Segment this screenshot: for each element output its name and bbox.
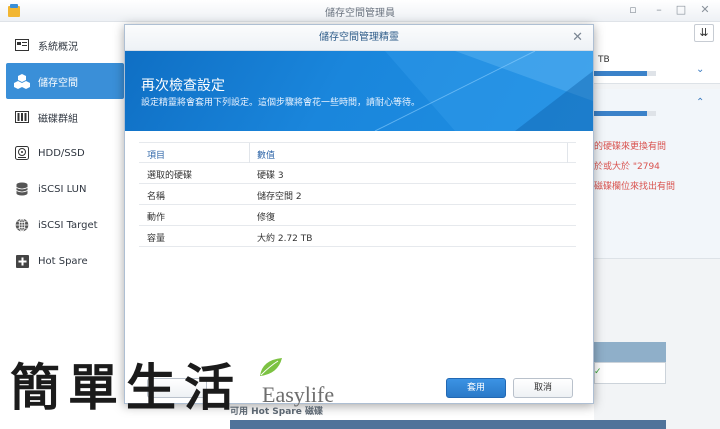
usage-fill bbox=[594, 71, 647, 76]
row-value: 大約 2.72 TB bbox=[257, 234, 313, 244]
banner-title: 再次檢查設定 bbox=[141, 78, 225, 94]
maximize-icon[interactable]: □ bbox=[674, 3, 688, 17]
column-divider bbox=[249, 143, 250, 163]
sidebar-item-label: 儲存空間 bbox=[38, 77, 78, 89]
row-item: 動作 bbox=[147, 213, 166, 223]
disk-group-icon bbox=[14, 109, 30, 125]
row-item: 選取的硬碟 bbox=[147, 171, 193, 181]
hot-spare-icon bbox=[14, 253, 30, 269]
volume-1-usage-bar bbox=[594, 71, 656, 76]
healthy-status-icon: ✓ bbox=[594, 367, 602, 377]
sidebar-item-overview[interactable]: 系統概況 bbox=[6, 27, 124, 63]
apply-button[interactable]: 套用 bbox=[446, 378, 506, 398]
table-row: 容量 大約 2.72 TB bbox=[139, 226, 576, 247]
usage-fill bbox=[594, 111, 647, 116]
close-window-icon[interactable]: ✕ bbox=[698, 3, 712, 17]
warning-line: 於或大於 "2794 bbox=[594, 162, 660, 172]
sidebar-item-iscsi-target[interactable]: iSCSI Target bbox=[6, 207, 124, 243]
sidebar-item-label: iSCSI Target bbox=[38, 219, 98, 231]
sidebar-item-hdd-ssd[interactable]: HDD/SSD bbox=[6, 135, 124, 171]
row-item: 容量 bbox=[147, 234, 166, 244]
sidebar-item-label: iSCSI LUN bbox=[38, 183, 87, 195]
chevron-down-icon[interactable]: ⌄ bbox=[696, 64, 704, 75]
column-header-value[interactable]: 數值 bbox=[257, 148, 275, 161]
column-header-item[interactable]: 項目 bbox=[147, 148, 165, 161]
sort-menu-button[interactable]: ⇊ bbox=[694, 24, 714, 42]
settings-summary-table: 項目 數值 選取的硬碟 硬碟 3 名稱 儲存空間 2 動作 修復 容量 大約 2… bbox=[139, 142, 576, 247]
sidebar-item-storage[interactable]: 儲存空間 bbox=[6, 63, 124, 99]
table-row: 選取的硬碟 硬碟 3 bbox=[139, 163, 576, 184]
wizard-banner: 再次檢查設定 設定精靈將會套用下列設定。這個步驟將會花一些時間，請耐心等待。 bbox=[125, 51, 593, 131]
warning-line: 的硬碟來更換有問 bbox=[594, 142, 667, 152]
window-titlebar: 儲存空間管理員 ▫ – □ ✕ bbox=[0, 0, 720, 22]
overview-icon bbox=[14, 37, 30, 53]
row-value: 修復 bbox=[257, 213, 276, 223]
column-divider bbox=[567, 143, 568, 163]
sidebar-item-label: 系統概況 bbox=[38, 41, 78, 53]
volume-2-usage-bar bbox=[594, 111, 656, 116]
hot-spare-table-header-bar bbox=[230, 420, 666, 429]
watermark-logo-latin: Easylife bbox=[262, 382, 335, 407]
row-value: 硬碟 3 bbox=[257, 171, 284, 181]
storage-wizard-dialog: 儲存空間管理精靈 ✕ 再次檢查設定 設定精靈將會套用下列設定。這個步驟將會花一些… bbox=[124, 24, 594, 404]
watermark-logo-text: 簡單生活 bbox=[10, 358, 242, 417]
table-header: 項目 數值 bbox=[139, 142, 576, 163]
pin-icon[interactable]: ▫ bbox=[626, 3, 640, 17]
dialog-title: 儲存空間管理精靈 bbox=[125, 25, 593, 51]
storage-cubes-icon bbox=[14, 73, 30, 89]
sidebar-item-hot-spare[interactable]: Hot Spare bbox=[6, 243, 124, 279]
volume-2-row[interactable]: ⌃ 的硬碟來更換有問 於或大於 "2794 磁碟欄位來找出有問 bbox=[594, 89, 720, 259]
globe-icon bbox=[14, 217, 30, 233]
table-row: 動作 修復 bbox=[139, 205, 576, 226]
hdd-icon bbox=[14, 145, 30, 161]
cancel-button[interactable]: 取消 bbox=[513, 378, 573, 398]
sidebar-item-disk-group[interactable]: 磁碟群組 bbox=[6, 99, 124, 135]
sidebar-item-iscsi-lun[interactable]: iSCSI LUN bbox=[6, 171, 124, 207]
volume-size-text: TB bbox=[598, 55, 610, 65]
chevron-up-icon[interactable]: ⌃ bbox=[696, 97, 704, 108]
sidebar-item-label: HDD/SSD bbox=[38, 147, 85, 159]
window-title: 儲存空間管理員 bbox=[325, 8, 395, 19]
volume-1-row[interactable]: TB ⌄ bbox=[594, 44, 720, 84]
leaf-icon bbox=[260, 358, 282, 376]
warning-line: 磁碟欄位來找出有問 bbox=[594, 182, 676, 192]
sidebar-item-label: Hot Spare bbox=[38, 255, 88, 267]
table-row: 名稱 儲存空間 2 bbox=[139, 184, 576, 205]
minimize-icon[interactable]: – bbox=[652, 3, 666, 17]
hot-spare-table-row bbox=[594, 362, 666, 384]
database-icon bbox=[14, 181, 30, 197]
close-icon[interactable]: ✕ bbox=[572, 30, 583, 45]
sidebar-item-label: 磁碟群組 bbox=[38, 113, 78, 125]
row-item: 名稱 bbox=[147, 192, 166, 202]
banner-subtitle: 設定精靈將會套用下列設定。這個步驟將會花一些時間，請耐心等待。 bbox=[141, 98, 421, 108]
row-value: 儲存空間 2 bbox=[257, 192, 302, 202]
hot-spare-table-header bbox=[594, 342, 666, 362]
